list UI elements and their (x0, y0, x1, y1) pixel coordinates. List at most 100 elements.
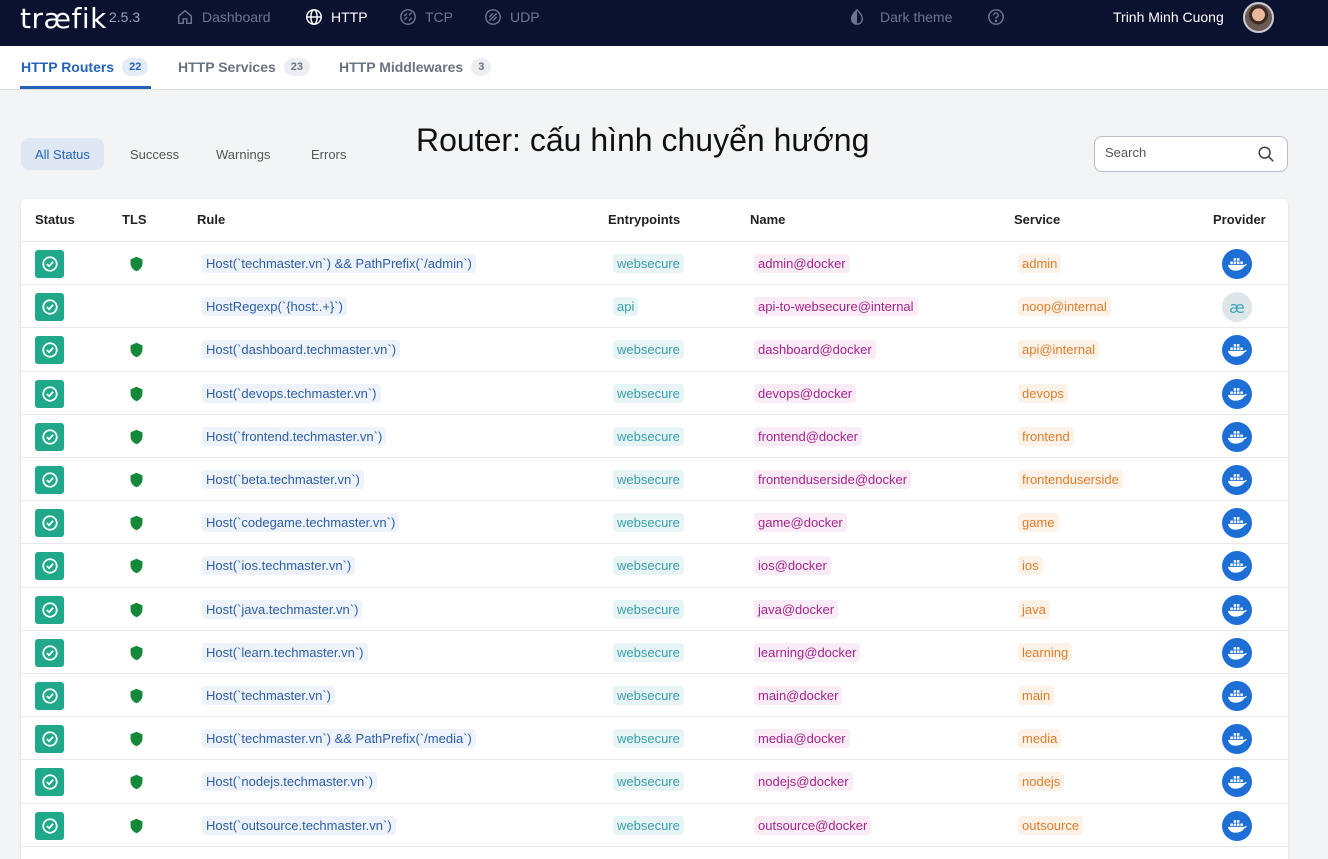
nav-udp[interactable]: UDP (484, 7, 540, 27)
service-chip: main (1018, 686, 1055, 705)
tab-http-middlewares[interactable]: HTTP Middlewares 3 (339, 58, 492, 76)
entrypoint-chip: websecure (613, 642, 684, 662)
router-name-chip: game@docker (754, 513, 847, 533)
tab-label: HTTP Routers (21, 59, 115, 75)
home-icon (177, 9, 193, 25)
shield-icon (130, 731, 143, 747)
check-circle-icon (41, 645, 58, 661)
traefik-logo[interactable]: træfik (20, 2, 107, 35)
nav-label: HTTP (331, 9, 368, 25)
table-row[interactable]: Host(`devops.techmaster.vn`) websecure dev… (21, 372, 1288, 415)
rule-chip: Host(`dashboard.techmaster.vn`) (202, 340, 401, 360)
filter-success[interactable]: Success (116, 138, 193, 170)
nav-dashboard[interactable]: Dashboard (176, 7, 271, 27)
tab-http-routers[interactable]: HTTP Routers 22 (21, 58, 149, 76)
router-name-chip: ios@docker (754, 556, 831, 576)
service-chip: game (1018, 513, 1059, 533)
nav-tcp[interactable]: TCP (399, 7, 453, 27)
table-row[interactable]: Host(`beta.techmaster.vn`) websecure front… (21, 458, 1288, 502)
column-header-service[interactable]: Service (1014, 212, 1060, 227)
docker-icon (1227, 819, 1247, 833)
count-badge: 23 (283, 58, 311, 76)
search-icon[interactable] (1257, 145, 1275, 163)
provider-docker-icon (1222, 508, 1252, 539)
entrypoint-chip: websecure (613, 772, 684, 792)
docker-icon (1227, 646, 1247, 660)
shield-icon (130, 429, 143, 445)
router-name-chip: frontend@docker (754, 426, 862, 446)
nav-http[interactable]: HTTP (305, 7, 368, 27)
globe-icon (306, 9, 322, 25)
entrypoint-chip: websecure (613, 686, 684, 705)
rule-chip: Host(`ios.techmaster.vn`) (202, 556, 356, 576)
service-chip: nodejs (1018, 772, 1065, 792)
table-row[interactable]: Host(`dashboard.techmaster.vn`) websecure… (21, 328, 1288, 372)
search-box[interactable] (1094, 136, 1288, 172)
column-header-rule[interactable]: Rule (197, 212, 225, 227)
status-success-icon (35, 336, 64, 365)
column-header-name[interactable]: Name (750, 212, 785, 227)
provider-docker-icon (1222, 724, 1252, 755)
filter-errors[interactable]: Errors (297, 138, 360, 170)
dark-theme-toggle[interactable]: Dark theme (848, 7, 952, 27)
rule-chip: Host(`learn.techmaster.vn`) (202, 642, 368, 662)
status-success-icon (35, 811, 64, 840)
subtabs-bar: HTTP Routers 22 HTTP Services 23 HTTP Mi… (0, 46, 1328, 90)
count-badge: 3 (471, 58, 492, 76)
table-row[interactable]: Host(`nodejs.techmaster.vn`) websecure nod… (21, 760, 1288, 804)
table-row[interactable]: Host(`outsource.techmaster.vn`) websecure… (21, 804, 1288, 847)
entrypoint-chip: websecure (613, 426, 684, 446)
filter-warnings[interactable]: Warnings (202, 138, 284, 170)
docker-icon (1227, 430, 1247, 444)
table-row[interactable]: Host(`techmaster.vn`) websecure main@docke… (21, 674, 1288, 718)
check-circle-icon (41, 515, 58, 531)
rule-chip: Host(`techmaster.vn`) && PathPrefix(`/ad… (202, 254, 476, 273)
table-row[interactable]: Host(`ios.techmaster.vn`) websecure ios@do… (21, 544, 1288, 588)
filter-all-status[interactable]: All Status (21, 138, 104, 170)
rule-chip: Host(`techmaster.vn`) (202, 686, 335, 705)
rule-chip: Host(`codegame.techmaster.vn`) (202, 513, 400, 533)
rule-chip: HostRegexp(`{host:.+}`) (202, 297, 347, 317)
router-name-chip: dashboard@docker (754, 340, 876, 360)
contrast-icon (850, 8, 864, 25)
table-row[interactable]: HostRegexp(`{host:.+}`) api api-to-websecu… (21, 285, 1288, 329)
table-row[interactable]: Host(`techmaster.vn`) && PathPrefix(`/ad… (21, 242, 1288, 286)
status-success-icon (35, 552, 64, 581)
rule-chip: Host(`beta.techmaster.vn`) (202, 470, 364, 489)
docker-icon (1227, 387, 1247, 401)
router-name-chip: media@docker (754, 729, 850, 749)
status-success-icon (35, 768, 64, 797)
table-row[interactable]: Host(`java.techmaster.vn`) websecure java@… (21, 588, 1288, 631)
provider-docker-icon (1222, 335, 1252, 366)
provider-docker-icon (1222, 421, 1252, 452)
check-circle-icon (41, 385, 58, 402)
shield-icon (130, 472, 143, 488)
provider-docker-icon (1222, 249, 1252, 279)
nav-label: Dashboard (202, 9, 271, 25)
status-success-icon (35, 725, 64, 754)
shield-icon (130, 256, 143, 272)
router-name-chip: admin@docker (754, 254, 850, 273)
entrypoint-chip: websecure (613, 729, 684, 749)
tab-http-services[interactable]: HTTP Services 23 (178, 58, 311, 76)
column-header-tls[interactable]: TLS (122, 212, 147, 227)
table-row[interactable]: Host(`codegame.techmaster.vn`) websecure g… (21, 501, 1288, 545)
page-title: Router: cấu hình chuyển hướng (416, 122, 870, 158)
table-row[interactable]: Host(`learn.techmaster.vn`) websecure lear… (21, 631, 1288, 674)
search-input[interactable] (1105, 145, 1255, 160)
avatar[interactable] (1243, 2, 1274, 33)
column-header-status[interactable]: Status (35, 212, 75, 227)
router-name-chip: main@docker (754, 686, 843, 705)
check-circle-icon (41, 472, 58, 488)
service-chip: api@internal (1018, 340, 1100, 360)
column-header-provider[interactable]: Provider (1213, 212, 1266, 227)
rule-chip: Host(`frontend.techmaster.vn`) (202, 426, 387, 446)
service-chip: frontenduserside (1018, 470, 1123, 489)
provider-internal-icon: æ (1222, 292, 1252, 323)
column-header-entrypoints[interactable]: Entrypoints (608, 212, 680, 227)
table-row[interactable]: Host(`frontend.techmaster.vn`) websecure f… (21, 415, 1288, 458)
help-button[interactable] (987, 7, 1005, 27)
user-name[interactable]: Trinh Minh Cuong (1113, 9, 1224, 25)
check-circle-icon (41, 817, 58, 834)
table-row[interactable]: Host(`techmaster.vn`) && PathPrefix(`/me… (21, 717, 1288, 761)
